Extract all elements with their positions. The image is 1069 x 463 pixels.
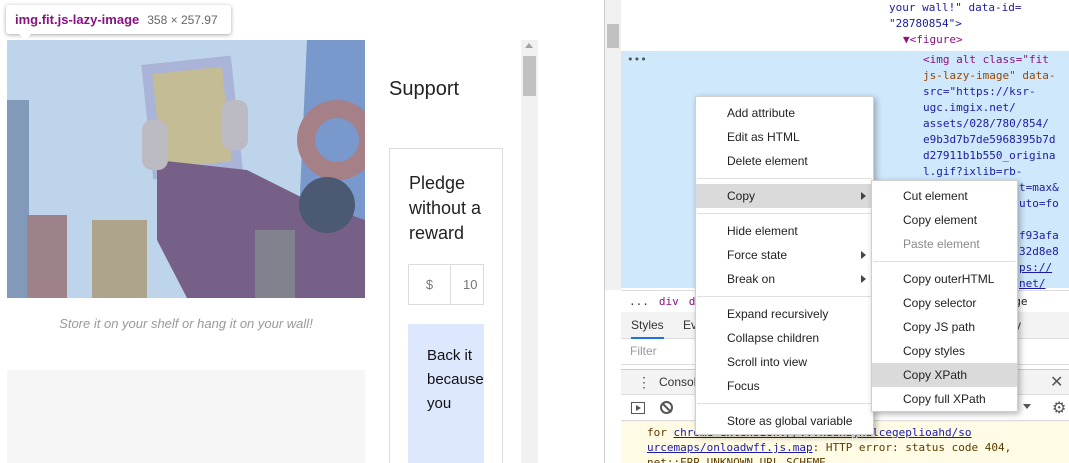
menu-item-copy-js-path[interactable]: Copy JS path — [872, 315, 1017, 339]
drawer-menu-icon[interactable]: ⋮ — [637, 374, 651, 391]
devtools-left-scrollbar[interactable] — [605, 0, 621, 290]
menu-item-copy-element[interactable]: Copy element — [872, 208, 1017, 232]
source-link[interactable]: urcemaps/onloadwff.js.map — [647, 441, 813, 454]
tooltip-arrow — [18, 33, 32, 40]
submenu-arrow-icon — [861, 275, 866, 283]
back-it-button[interactable]: Back it because you — [408, 324, 484, 463]
pledge-title: Pledge without a reward — [409, 173, 482, 243]
menu-item-hide-element[interactable]: Hide element — [696, 219, 873, 243]
menu-item-add-attribute[interactable]: Add attribute — [696, 101, 873, 125]
scroll-up-arrow-icon[interactable] — [525, 43, 533, 48]
menu-item-store-as-global[interactable]: Store as global variable — [696, 409, 873, 433]
menu-item-paste-element: Paste element — [903, 237, 980, 251]
tree-line[interactable]: your wall!" data-id= — [889, 0, 1021, 16]
submenu-arrow-icon — [861, 251, 866, 259]
tree-line[interactable]: "28780854"> — [889, 16, 962, 32]
img-node-line[interactable]: d27911b1b550_origina — [923, 148, 1055, 164]
clear-console-icon[interactable] — [660, 401, 673, 414]
menu-item-break-on[interactable]: Break on — [696, 267, 873, 291]
menu-separator — [697, 403, 872, 404]
menu-separator — [697, 178, 872, 179]
img-node-line[interactable]: uto=fo — [1019, 196, 1059, 212]
gear-icon[interactable]: ⚙ — [1052, 398, 1066, 417]
menu-separator — [697, 213, 872, 214]
menu-item-focus[interactable]: Focus — [696, 374, 873, 398]
img-node-line[interactable]: e9b3d7b7de5968395b7d — [923, 132, 1055, 148]
currency-label: $ — [409, 265, 451, 304]
menu-item-edit-as-html[interactable]: Edit as HTML — [696, 125, 873, 149]
menu-item-copy-outerhtml[interactable]: Copy outerHTML — [872, 267, 1017, 291]
img-node-line[interactable]: net/ — [1019, 276, 1046, 290]
close-icon[interactable]: ✕ — [1050, 372, 1063, 392]
menu-separator — [873, 261, 1016, 262]
project-gif-image[interactable] — [7, 40, 365, 298]
menu-item-copy-styles[interactable]: Copy styles — [872, 339, 1017, 363]
page-scrollbar[interactable] — [521, 40, 538, 463]
menu-item-copy[interactable]: Copy — [696, 184, 873, 208]
show-sidebar-icon[interactable] — [631, 402, 645, 414]
web-page: img.fit.js-lazy-image 358 × 257.97 Store … — [0, 0, 538, 463]
menu-item-delete-element[interactable]: Delete element — [696, 149, 873, 173]
submenu-arrow-icon — [861, 192, 866, 200]
screen: img.fit.js-lazy-image 358 × 257.97 Store … — [0, 0, 1069, 463]
breadcrumb-item[interactable]: ... — [629, 295, 649, 308]
menu-item-cut-element[interactable]: Cut element — [872, 184, 1017, 208]
tooltip-selector: img.fit.js-lazy-image — [15, 12, 140, 27]
support-heading: Support — [389, 78, 460, 100]
menu-item-copy-selector[interactable]: Copy selector — [872, 291, 1017, 315]
img-node-line[interactable]: src="https://ksr- — [923, 84, 1036, 100]
image-caption: Store it on your shelf or hang it on you… — [59, 316, 313, 331]
scrollbar-thumb[interactable] — [523, 56, 536, 96]
menu-item-copy-full-xpath[interactable]: Copy full XPath — [872, 387, 1017, 411]
menu-item-collapse-children[interactable]: Collapse children — [696, 326, 873, 350]
warning-line: urcemaps/onloadwff.js.map: HTTP error: s… — [647, 441, 1012, 454]
content-placeholder — [7, 370, 365, 463]
tab-styles[interactable]: Styles — [631, 312, 664, 339]
img-node-line[interactable]: ugc.imgix.net/ — [923, 100, 1016, 116]
node-actions-ellipsis-icon[interactable]: ••• — [627, 53, 647, 66]
menu-item-force-state[interactable]: Force state — [696, 243, 873, 267]
figure-node[interactable]: ▼<figure> — [903, 32, 963, 48]
warning-line: net::ERR_UNKNOWN_URL_SCHEME — [647, 456, 826, 463]
img-node-line[interactable]: 32d8e8 — [1019, 244, 1059, 260]
chevron-down-icon[interactable] — [1023, 404, 1031, 409]
scrollbar-thumb[interactable] — [607, 24, 619, 48]
context-menu: Add attribute Edit as HTML Delete elemen… — [695, 96, 874, 435]
img-node-line[interactable]: js-lazy-image" data- — [923, 68, 1055, 84]
img-node-line[interactable]: t=max& — [1019, 180, 1059, 196]
element-highlight-overlay — [7, 40, 365, 298]
menu-separator — [697, 296, 872, 297]
breadcrumb-item[interactable]: div — [659, 295, 679, 308]
copy-submenu: Cut element Copy element Paste element C… — [871, 180, 1018, 412]
tooltip-dimensions: 358 × 257.97 — [147, 13, 218, 27]
menu-item-copy-xpath[interactable]: Copy XPath — [872, 363, 1017, 387]
img-node-line[interactable]: assets/028/780/854/ — [923, 116, 1049, 132]
img-node-line[interactable]: <img alt class="fit — [923, 52, 1049, 68]
img-node-line[interactable]: ps:// — [1019, 260, 1052, 276]
img-node-line[interactable]: f93afa — [1019, 228, 1059, 244]
pledge-amount-field[interactable]: $ 10 — [408, 264, 484, 305]
img-node-line[interactable]: l.gif?ixlib=rb- — [923, 164, 1022, 180]
menu-item-scroll-into-view[interactable]: Scroll into view — [696, 350, 873, 374]
menu-item-expand-recursively[interactable]: Expand recursively — [696, 302, 873, 326]
inspect-tooltip: img.fit.js-lazy-image 358 × 257.97 — [6, 5, 231, 34]
pledge-amount-input[interactable]: 10 — [451, 265, 483, 304]
